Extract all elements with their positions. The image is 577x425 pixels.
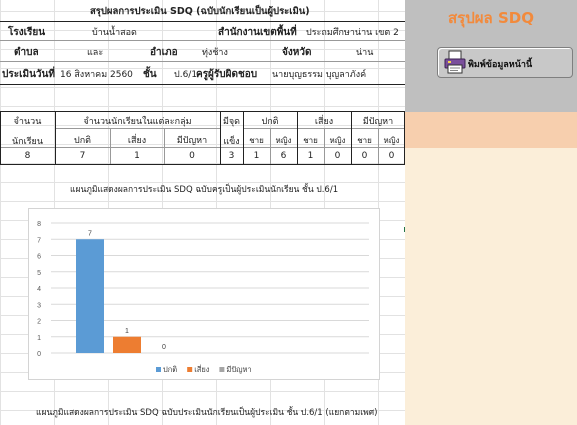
value-normal-female[interactable]: 6 [270, 151, 297, 161]
legend-swatch [187, 367, 193, 372]
header-normal-gender: ปกติ [261, 117, 279, 127]
chart-title: แผนภูมิแสดงผลการประเมิน SDQ ฉบับครูเป็นผ… [70, 185, 339, 195]
class-label: ชั้น [143, 69, 157, 80]
second-chart-title: แผนภูมิแสดงผลการประเมิน SDQ ฉบับประเมินน… [36, 408, 378, 418]
value-risk-female[interactable]: 0 [324, 151, 351, 161]
spreadsheet-area[interactable]: สรุปผลการประเมิน SDQ (ฉบับนักเรียนเป็นผู… [0, 0, 405, 425]
header-male: ชาย [303, 136, 318, 145]
subdistrict-value[interactable]: และ [87, 45, 103, 59]
date-label: ประเมินวันที่ [2, 69, 55, 80]
y-tick-label: 3 [37, 302, 41, 309]
y-tick-label: 6 [37, 254, 41, 261]
office-label: สำนักงานเขตพื้นที่ [218, 27, 297, 38]
bar-chart[interactable]: 0 1 2 3 4 5 6 7 8 7 1 0 ปกติ เสี่ยง มีปัญหา [28, 208, 380, 380]
header-normal: ปกติ [73, 136, 91, 146]
header-strength-1: มีจุด [222, 117, 241, 127]
subdistrict-label: ตำบล [14, 47, 39, 58]
date-value[interactable]: 16 สิงหาคม 2560 [60, 67, 133, 81]
y-tick-label: 1 [37, 335, 41, 342]
header-risk-gender: เสี่ยง [314, 117, 334, 127]
y-tick-label: 4 [37, 286, 41, 293]
printer-icon [444, 50, 466, 74]
value-total[interactable]: 8 [0, 151, 55, 161]
y-tick-label: 7 [37, 237, 41, 244]
side-panel: สรุปผล SDQ พิมพ์ข้อมูลหน้านี้ [405, 0, 577, 425]
header-male: ชาย [357, 136, 372, 145]
district-value[interactable]: ทุ่งช้าง [202, 45, 228, 59]
legend-label: เสี่ยง [194, 364, 210, 374]
province-value[interactable]: น่าน [356, 45, 373, 59]
chart-svg: 0 1 2 3 4 5 6 7 8 7 1 0 ปกติ เสี่ยง มีปัญหา [37, 221, 369, 374]
value-normal-male[interactable]: 1 [243, 151, 270, 161]
value-problem-male[interactable]: 0 [351, 151, 378, 161]
data-label: 7 [88, 230, 92, 237]
header-female: หญิง [383, 136, 400, 145]
header-count-2: นักเรียน [12, 137, 43, 147]
school-value[interactable]: บ้านน้ำสอด [92, 25, 137, 39]
value-risk-male[interactable]: 1 [297, 151, 324, 161]
school-label: โรงเรียน [8, 27, 46, 38]
teacher-value[interactable]: นายบุญธรรม บุญลาภังค์ [272, 67, 366, 81]
header-female: หญิง [275, 136, 292, 145]
data-label: 1 [125, 328, 129, 335]
sheet-title: สรุปผลการประเมิน SDQ (ฉบับนักเรียนเป็นผู… [90, 6, 310, 17]
header-problem-gender: มีปัญหา [362, 117, 394, 127]
legend-label: ปกติ [163, 365, 177, 374]
class-value[interactable]: ป.6/1 [174, 67, 197, 81]
province-label: จังหวัด [282, 47, 312, 58]
value-problem-female[interactable]: 0 [378, 151, 405, 161]
header-strength-2: แข็ง [223, 137, 240, 147]
y-tick-label: 2 [37, 319, 41, 326]
header-male: ชาย [249, 136, 264, 145]
y-tick-label: 0 [37, 351, 41, 358]
legend-swatch [156, 367, 161, 372]
value-normal[interactable]: 7 [55, 151, 110, 161]
header-groups: จำนวนนักเรียนในแต่ละกลุ่ม [83, 117, 192, 127]
bar [113, 336, 141, 353]
office-value[interactable]: ประถมศึกษาน่าน เขต 2 [306, 25, 399, 39]
bar [76, 239, 104, 353]
panel-title: สรุปผล SDQ [448, 9, 534, 27]
print-page-button[interactable]: พิมพ์ข้อมูลหน้านี้ [437, 47, 573, 78]
y-tick-label: 8 [37, 221, 41, 228]
value-problem[interactable]: 0 [164, 151, 220, 161]
y-tick-label: 5 [37, 270, 41, 277]
print-button-label: พิมพ์ข้อมูลหน้านี้ [468, 60, 533, 70]
header-problem: มีปัญหา [176, 136, 208, 146]
teacher-label: ครูผู้รับผิดชอบ [196, 69, 258, 80]
value-risk[interactable]: 1 [110, 151, 164, 161]
legend-label: มีปัญหา [226, 365, 251, 374]
legend-swatch [219, 367, 225, 372]
header-female: หญิง [329, 136, 346, 145]
district-label: อำเภอ [150, 47, 178, 58]
header-risk: เสี่ยง [127, 136, 147, 146]
value-strength[interactable]: 3 [220, 151, 243, 161]
header-count-1: จำนวน [13, 117, 42, 127]
data-label: 0 [162, 344, 166, 351]
